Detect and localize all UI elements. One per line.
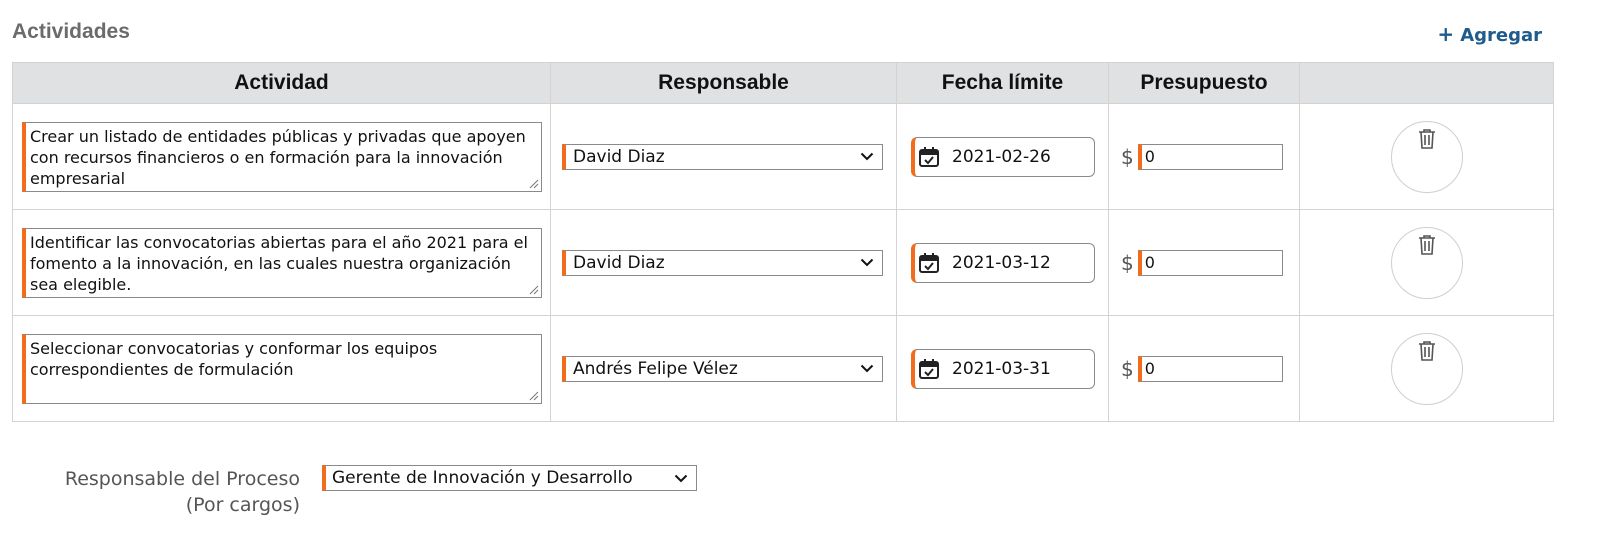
calendar-icon[interactable] bbox=[918, 146, 940, 168]
table-row: Identificar las convocatorias abiertas p… bbox=[12, 209, 1554, 316]
delete-row-button[interactable] bbox=[1390, 226, 1463, 299]
column-header-actions bbox=[1299, 62, 1554, 104]
budget-input[interactable]: 0 bbox=[1137, 249, 1283, 276]
column-header-activity: Actividad bbox=[12, 62, 551, 104]
budget-value: 0 bbox=[1144, 253, 1155, 272]
trash-icon bbox=[1418, 128, 1435, 149]
currency-symbol: $ bbox=[1121, 144, 1134, 169]
table-header-row: Actividad Responsable Fecha límite Presu… bbox=[12, 62, 1554, 104]
delete-row-button[interactable] bbox=[1390, 332, 1463, 405]
table-row: Seleccionar convocatorias y conformar lo… bbox=[12, 315, 1554, 422]
column-header-responsible: Responsable bbox=[550, 62, 897, 104]
activity-textarea[interactable]: Crear un listado de entidades públicas y… bbox=[22, 121, 542, 192]
budget-value: 0 bbox=[1144, 147, 1155, 166]
process-owner-label: Responsable del Proceso (Por cargos) bbox=[65, 466, 300, 518]
chevron-down-icon bbox=[860, 258, 874, 267]
responsible-select[interactable]: David Diaz bbox=[562, 143, 883, 170]
process-owner-value: Gerente de Innovación y Desarrollo bbox=[332, 468, 633, 488]
process-owner-label-line2: (Por cargos) bbox=[185, 494, 300, 516]
plus-icon: + bbox=[1437, 22, 1455, 46]
deadline-value: 2021-03-31 bbox=[952, 358, 1051, 379]
currency-symbol: $ bbox=[1121, 250, 1134, 275]
budget-value: 0 bbox=[1144, 359, 1155, 378]
activity-textarea[interactable]: Seleccionar convocatorias y conformar lo… bbox=[22, 333, 542, 404]
resize-handle-icon[interactable] bbox=[527, 177, 539, 189]
budget-input[interactable]: 0 bbox=[1137, 143, 1283, 170]
trash-icon bbox=[1418, 234, 1435, 255]
deadline-input[interactable]: 2021-03-31 bbox=[911, 348, 1095, 389]
resize-handle-icon[interactable] bbox=[527, 389, 539, 401]
activities-table: Actividad Responsable Fecha límite Presu… bbox=[12, 62, 1554, 422]
column-header-deadline: Fecha límite bbox=[896, 62, 1109, 104]
section-title: Actividades bbox=[12, 20, 130, 43]
budget-input[interactable]: 0 bbox=[1137, 355, 1283, 382]
resize-handle-icon[interactable] bbox=[527, 283, 539, 295]
add-activity-label: Agregar bbox=[1460, 25, 1542, 46]
responsible-value: Andrés Felipe Vélez bbox=[573, 358, 738, 379]
chevron-down-icon bbox=[860, 152, 874, 161]
calendar-icon[interactable] bbox=[918, 358, 940, 380]
activity-text: Seleccionar convocatorias y conformar lo… bbox=[30, 338, 438, 379]
responsible-select[interactable]: Andrés Felipe Vélez bbox=[562, 355, 883, 382]
responsible-value: David Diaz bbox=[573, 146, 665, 167]
process-owner-select[interactable]: Gerente de Innovación y Desarrollo bbox=[322, 465, 697, 491]
activity-text: Identificar las convocatorias abiertas p… bbox=[30, 232, 528, 294]
calendar-icon[interactable] bbox=[918, 252, 940, 274]
chevron-down-icon bbox=[674, 474, 688, 482]
responsible-value: David Diaz bbox=[573, 252, 665, 273]
deadline-value: 2021-02-26 bbox=[952, 146, 1051, 167]
activity-textarea[interactable]: Identificar las convocatorias abiertas p… bbox=[22, 227, 542, 298]
table-row: Crear un listado de entidades públicas y… bbox=[12, 103, 1554, 210]
deadline-value: 2021-03-12 bbox=[952, 252, 1051, 273]
deadline-input[interactable]: 2021-02-26 bbox=[911, 136, 1095, 177]
currency-symbol: $ bbox=[1121, 356, 1134, 381]
delete-row-button[interactable] bbox=[1390, 120, 1463, 193]
chevron-down-icon bbox=[860, 364, 874, 373]
column-header-budget: Presupuesto bbox=[1108, 62, 1300, 104]
responsible-select[interactable]: David Diaz bbox=[562, 249, 883, 276]
activity-text: Crear un listado de entidades públicas y… bbox=[30, 126, 526, 188]
trash-icon bbox=[1418, 340, 1435, 361]
add-activity-button[interactable]: + Agregar bbox=[1437, 22, 1542, 46]
process-owner-label-line1: Responsable del Proceso bbox=[64, 468, 300, 490]
deadline-input[interactable]: 2021-03-12 bbox=[911, 242, 1095, 283]
